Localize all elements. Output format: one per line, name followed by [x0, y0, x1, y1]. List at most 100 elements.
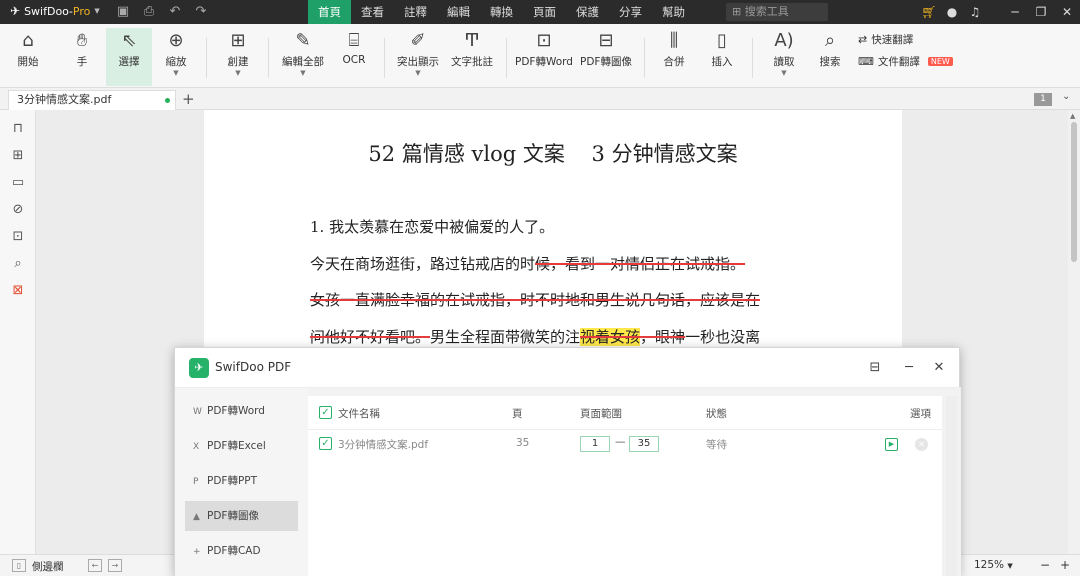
- merge-button[interactable]: ⫼ 合併: [654, 28, 694, 86]
- gift-icon[interactable]: ⊠: [10, 282, 26, 300]
- document-title: 52 篇情感 vlog 文案 3 分钟情感文案: [368, 142, 738, 166]
- read-aloud-icon: A): [774, 30, 794, 51]
- insert-button[interactable]: ▯ 插入: [702, 28, 742, 86]
- nav-pdf-to-word[interactable]: W PDF轉Word: [185, 396, 298, 426]
- word-icon: W: [193, 407, 202, 417]
- nav-pdf-to-ppt[interactable]: P PDF轉PPT: [185, 466, 298, 496]
- menu-home[interactable]: 首頁: [308, 0, 351, 24]
- hand-icon: ✋︎: [76, 30, 88, 51]
- file-pages: 35: [516, 437, 530, 449]
- file-checkbox[interactable]: ✓: [319, 437, 332, 450]
- maximize-icon[interactable]: ❐: [1032, 3, 1050, 21]
- ocr-icon: ⌸: [348, 30, 360, 51]
- file-list-header: ✓ 文件名稱 頁 頁面範圍 狀態 選項: [308, 396, 942, 430]
- menu-view[interactable]: 查看: [351, 0, 394, 24]
- close-icon[interactable]: ✕: [1058, 3, 1076, 21]
- chevron-down-icon: ▼: [235, 69, 241, 77]
- redo-icon[interactable]: ↷: [192, 3, 210, 21]
- nav-pdf-to-cad[interactable]: + PDF轉CAD: [185, 536, 298, 566]
- divider: [644, 38, 645, 78]
- merge-icon: ⫼: [669, 30, 679, 51]
- next-page-icon[interactable]: →: [108, 559, 122, 572]
- comment-icon[interactable]: ▭: [10, 174, 26, 192]
- column-range: 頁面範圍: [580, 408, 622, 420]
- highlight-icon: ✐: [410, 30, 426, 51]
- menu-convert[interactable]: 轉換: [480, 0, 523, 24]
- save-icon[interactable]: ▣: [114, 3, 132, 21]
- scroll-up-icon[interactable]: ▲: [1070, 112, 1075, 120]
- menu-help[interactable]: 幫助: [652, 0, 695, 24]
- attachment-icon[interactable]: ⊘: [10, 201, 26, 219]
- select-tool-button[interactable]: ⇖ 選擇: [106, 28, 152, 86]
- word-icon[interactable]: ⊡: [10, 228, 26, 246]
- remove-icon[interactable]: ✕: [915, 438, 928, 451]
- range-from-input[interactable]: 1: [580, 436, 610, 452]
- menu-page[interactable]: 頁面: [523, 0, 566, 24]
- undo-icon[interactable]: ↶: [166, 3, 184, 21]
- select-all-checkbox[interactable]: ✓: [319, 406, 332, 419]
- zoom-in-icon[interactable]: −: [1040, 558, 1050, 572]
- tab-bar: 3分钟情感文案.pdf +: [0, 88, 1080, 110]
- tab-label: 3分钟情感文案.pdf: [17, 93, 112, 106]
- read-aloud-button[interactable]: A) 讀取 ▼: [764, 28, 804, 86]
- doc-translate-icon: ⌨: [858, 55, 874, 68]
- highlighted-text: 视着女孩: [580, 328, 641, 346]
- user-icon[interactable]: ●: [943, 3, 961, 21]
- ocr-button[interactable]: ⌸ OCR: [334, 28, 374, 86]
- search-doc-button[interactable]: ⌕ 搜索: [810, 28, 850, 86]
- chevron-down-icon[interactable]: ⌄: [1062, 91, 1070, 102]
- new-tab-icon[interactable]: +: [182, 88, 195, 110]
- main-menu: 首頁 查看 註釋 編輯 轉換 頁面 保護 分享 幫助: [308, 0, 695, 24]
- dialog-minimize-icon[interactable]: ─: [899, 358, 919, 378]
- nav-pdf-to-excel[interactable]: X PDF轉Excel: [185, 431, 298, 461]
- text-note-button[interactable]: Ͳ 文字批註: [446, 28, 498, 86]
- pdf-to-word-button[interactable]: ⊡ PDF轉Word: [514, 28, 574, 86]
- sidebar-toggle-icon[interactable]: ▯: [12, 559, 26, 572]
- cart-icon[interactable]: 🛒︎: [920, 3, 938, 21]
- thumbnails-icon[interactable]: ⊞: [10, 147, 26, 165]
- menu-protect[interactable]: 保護: [566, 0, 609, 24]
- highlight-button[interactable]: ✐ 突出顯示 ▼: [392, 28, 444, 86]
- search-icon[interactable]: ⌕: [10, 255, 26, 273]
- zoom-icon: ⊕: [168, 30, 184, 51]
- range-to-input[interactable]: 35: [629, 436, 659, 452]
- minimize-icon[interactable]: ─: [1006, 3, 1024, 21]
- dialog-close-icon[interactable]: ✕: [929, 358, 949, 378]
- bookmark-icon[interactable]: ⊓: [10, 120, 26, 138]
- range-separator: —: [615, 436, 626, 448]
- chevron-down-icon[interactable]: ▼: [94, 7, 99, 15]
- menu-edit[interactable]: 編輯: [437, 0, 480, 24]
- tool-search-input[interactable]: ⊞ 搜索工具: [726, 3, 828, 21]
- edit-all-button[interactable]: ✎ 編輯全部 ▼: [276, 28, 330, 86]
- vertical-scrollbar[interactable]: ▲: [1068, 110, 1080, 554]
- start-button[interactable]: ⌂ 開始: [6, 28, 50, 86]
- title-bar: ✈ SwifDoo - Pro ▼ ▣ ⎙ ↶ ↷ 首頁 查看 註釋 編輯 轉換 頁…: [0, 0, 1080, 24]
- column-status: 狀態: [706, 408, 727, 420]
- print-icon[interactable]: ⎙: [140, 3, 158, 21]
- nav-pdf-to-image[interactable]: ▲ PDF轉圖像: [185, 501, 298, 531]
- hand-tool-button[interactable]: ✋︎ 手: [60, 28, 104, 86]
- play-icon[interactable]: ▶: [885, 438, 898, 451]
- translate-icon: ⇄: [858, 33, 868, 46]
- scrollbar-thumb[interactable]: [1071, 122, 1077, 262]
- pdf-to-image-button[interactable]: ⊟ PDF轉圖像: [578, 28, 634, 86]
- zoom-level[interactable]: 125% ▼: [974, 559, 1013, 571]
- create-button[interactable]: ⊞ 創建 ▼: [216, 28, 260, 86]
- sidebar-label[interactable]: 側邊欄: [32, 559, 64, 574]
- zoom-out-icon[interactable]: +: [1060, 558, 1070, 572]
- divider: [206, 38, 207, 78]
- cad-icon: +: [193, 547, 201, 557]
- zoom-button[interactable]: ⊕ 縮放 ▼: [154, 28, 198, 86]
- chevron-down-icon: ▼: [1007, 562, 1013, 570]
- document-line-3: 女孩一直满脸幸福的在试戒指，时不时地和男生说几句话，应该是在: [310, 291, 761, 309]
- history-icon[interactable]: ⊟: [865, 358, 885, 378]
- doc-translate-button[interactable]: ⌨ 文件翻譯 NEW: [858, 54, 953, 69]
- quick-translate-button[interactable]: ⇄ 快速翻譯: [858, 32, 913, 47]
- prev-page-icon[interactable]: ←: [88, 559, 102, 572]
- tab-document[interactable]: 3分钟情感文案.pdf: [8, 90, 176, 110]
- dialog-scrollbar[interactable]: [946, 396, 957, 576]
- menu-share[interactable]: 分享: [609, 0, 652, 24]
- menu-annotate[interactable]: 註釋: [394, 0, 437, 24]
- divider: [506, 38, 507, 78]
- bell-icon[interactable]: ♫: [966, 3, 984, 21]
